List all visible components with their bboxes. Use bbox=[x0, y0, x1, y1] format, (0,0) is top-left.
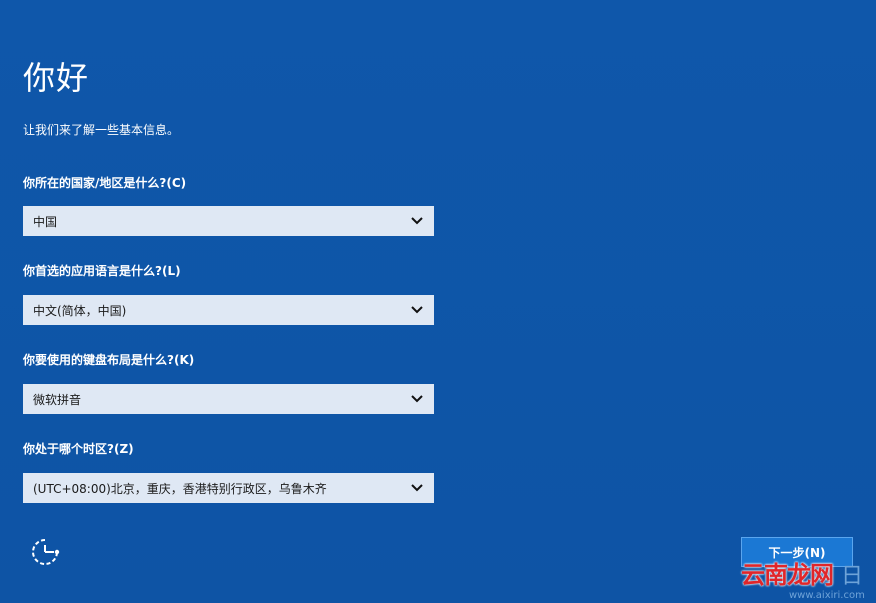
timezone-label: 你处于哪个时区?(Z) bbox=[23, 442, 134, 456]
ease-of-access-icon[interactable] bbox=[30, 537, 60, 567]
chevron-down-icon bbox=[410, 481, 424, 495]
keyboard-label: 你要使用的键盘布局是什么?(K) bbox=[23, 353, 195, 367]
chevron-down-icon bbox=[410, 303, 424, 317]
language-value: 中文(简体，中国) bbox=[33, 303, 127, 318]
setup-page: 你好 让我们来了解一些基本信息。 你所在的国家/地区是什么?(C) 中国 你首选… bbox=[0, 0, 876, 603]
country-label: 你所在的国家/地区是什么?(C) bbox=[23, 176, 187, 190]
chevron-down-icon bbox=[410, 214, 424, 228]
watermark-side-char: 日 bbox=[841, 564, 864, 589]
language-label: 你首选的应用语言是什么?(L) bbox=[23, 264, 181, 278]
keyboard-value: 微软拼音 bbox=[33, 392, 82, 407]
watermark-brand: 云南龙网 bbox=[741, 561, 834, 589]
watermark: 云南龙网 日 www.aixiri.com bbox=[741, 560, 871, 601]
page-title: 你好 bbox=[23, 59, 90, 97]
keyboard-select[interactable]: 微软拼音 bbox=[23, 384, 434, 414]
watermark-url: www.aixiri.com bbox=[789, 590, 865, 601]
timezone-value: (UTC+08:00)北京，重庆，香港特别行政区，乌鲁木齐 bbox=[33, 481, 327, 496]
country-value: 中国 bbox=[33, 214, 58, 229]
timezone-select[interactable]: (UTC+08:00)北京，重庆，香港特别行政区，乌鲁木齐 bbox=[23, 473, 434, 503]
language-select[interactable]: 中文(简体，中国) bbox=[23, 295, 434, 325]
page-subtitle: 让我们来了解一些基本信息。 bbox=[23, 123, 180, 137]
chevron-down-icon bbox=[410, 392, 424, 406]
country-select[interactable]: 中国 bbox=[23, 206, 434, 236]
